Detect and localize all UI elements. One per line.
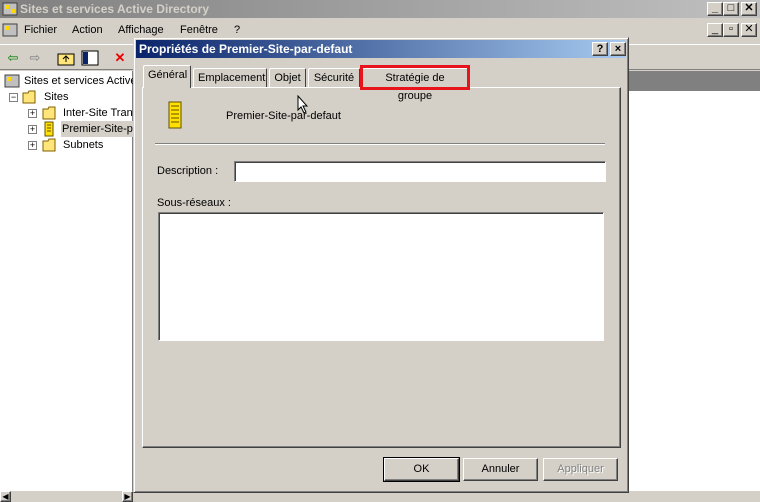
general-tab-panel: Premier-Site-par-defaut Description : So… bbox=[142, 87, 621, 448]
tree-root-label: Sites et services Active bbox=[24, 75, 137, 87]
close-button[interactable]: ✕ bbox=[741, 2, 757, 16]
ad-sites-icon bbox=[4, 74, 20, 88]
maximize-button[interactable]: □ bbox=[723, 2, 739, 16]
dialog-title-bar: Propriétés de Premier-Site-par-defaut ? … bbox=[136, 40, 626, 58]
tab-objet[interactable]: Objet bbox=[269, 68, 306, 88]
tab-securite[interactable]: Sécurité bbox=[308, 68, 360, 88]
scroll-left-icon[interactable]: ◀ bbox=[0, 491, 11, 502]
mmc-icon bbox=[2, 23, 18, 37]
tab-highlight-box bbox=[360, 65, 470, 90]
collapse-icon[interactable]: − bbox=[9, 93, 18, 102]
apply-button[interactable]: Appliquer bbox=[543, 458, 618, 481]
tree-item-label: Subnets bbox=[63, 139, 104, 151]
tree-item-label: Inter-Site Tran bbox=[63, 107, 133, 119]
subnets-label: Sous-réseaux : bbox=[157, 197, 231, 209]
tree-item-label: Sites bbox=[44, 91, 69, 103]
horizontal-scrollbar[interactable]: ◀ ▶ bbox=[0, 491, 133, 502]
dialog-title: Propriétés de Premier-Site-par-defaut bbox=[139, 42, 353, 56]
tab-general[interactable]: Général bbox=[143, 65, 191, 88]
details-pane bbox=[628, 91, 760, 491]
list-header bbox=[628, 71, 760, 91]
expand-icon[interactable]: + bbox=[28, 141, 37, 150]
ok-button[interactable]: OK bbox=[383, 457, 460, 482]
tab-emplacement[interactable]: Emplacement bbox=[193, 68, 267, 88]
menu-fenetre[interactable]: Fenêtre bbox=[180, 24, 218, 36]
minimize-button[interactable]: _ bbox=[707, 2, 723, 16]
dialog-close-button[interactable]: × bbox=[610, 42, 626, 56]
menu-fichier[interactable]: Fichier bbox=[24, 24, 57, 36]
main-title-bar: Sites et services Active Directory _ □ ✕ bbox=[0, 0, 760, 18]
tree-item-label: Premier-Site-p bbox=[61, 121, 134, 137]
delete-icon[interactable]: ✕ bbox=[110, 48, 130, 68]
child-restore-button[interactable]: ▫ bbox=[723, 23, 739, 37]
forward-arrow-icon[interactable]: ⇨ bbox=[25, 48, 45, 68]
site-icon bbox=[44, 121, 54, 137]
child-minimize-button[interactable]: _ bbox=[707, 23, 723, 37]
main-window-title: Sites et services Active Directory bbox=[20, 2, 209, 16]
expand-icon[interactable]: + bbox=[28, 125, 37, 134]
cancel-button[interactable]: Annuler bbox=[463, 458, 538, 481]
back-arrow-icon[interactable]: ⇦ bbox=[3, 48, 23, 68]
separator bbox=[155, 143, 605, 145]
mouse-cursor-icon bbox=[297, 95, 309, 114]
menu-affichage[interactable]: Affichage bbox=[118, 24, 164, 36]
child-close-button[interactable]: ✕ bbox=[741, 23, 757, 37]
site-name: Premier-Site-par-defaut bbox=[226, 110, 341, 122]
properties-dialog: Propriétés de Premier-Site-par-defaut ? … bbox=[133, 37, 629, 493]
ad-sites-icon bbox=[2, 2, 18, 16]
menu-help[interactable]: ? bbox=[234, 24, 240, 36]
subnets-list[interactable] bbox=[158, 212, 604, 341]
expand-icon[interactable]: + bbox=[28, 109, 37, 118]
tree-pane: Sites et services Active − Sites + Inter… bbox=[0, 71, 137, 491]
scroll-right-icon[interactable]: ▶ bbox=[122, 491, 133, 502]
folder-icon bbox=[22, 90, 36, 104]
description-input[interactable] bbox=[234, 161, 606, 182]
site-icon bbox=[168, 101, 182, 129]
folder-icon bbox=[42, 138, 56, 152]
up-folder-icon[interactable] bbox=[56, 48, 76, 68]
help-button[interactable]: ? bbox=[592, 42, 608, 56]
folder-icon bbox=[42, 106, 56, 120]
menu-action[interactable]: Action bbox=[72, 24, 103, 36]
description-label: Description : bbox=[157, 165, 219, 177]
show-tree-icon[interactable] bbox=[80, 48, 100, 68]
